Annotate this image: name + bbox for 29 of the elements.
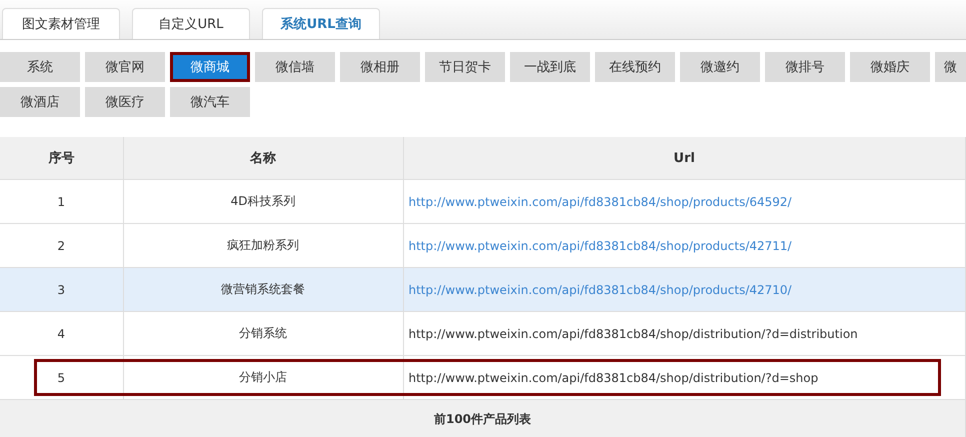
category-button[interactable]: 一战到底	[510, 52, 590, 82]
category-button[interactable]: 微医疗	[85, 87, 165, 117]
category-button[interactable]: 微排号	[765, 52, 845, 82]
table-cell: 分销系统	[123, 312, 403, 356]
tab[interactable]: 自定义URL	[132, 8, 250, 39]
section-header: 前100件产品列表	[0, 400, 966, 437]
category-button[interactable]: 微酒店	[0, 87, 80, 117]
column-header: 序号	[0, 137, 123, 180]
table-cell: 1	[0, 180, 123, 224]
table-cell: 微营销系统套餐	[123, 268, 403, 312]
table-cell: 4D科技系列	[123, 180, 403, 224]
category-button[interactable]: 微邀约	[680, 52, 760, 82]
column-header: Url	[403, 137, 966, 180]
column-header: 名称	[123, 137, 403, 180]
category-button[interactable]: 微商城	[170, 52, 250, 82]
tab[interactable]: 系统URL查询	[262, 8, 380, 39]
category-button[interactable]: 微	[935, 52, 966, 82]
category-button[interactable]: 微婚庆	[850, 52, 930, 82]
category-button[interactable]: 在线预约	[595, 52, 675, 82]
table-cell: http://www.ptweixin.com/api/fd8381cb84/shop/distribution/?d=distribution	[403, 312, 966, 356]
category-button[interactable]: 微相册	[340, 52, 420, 82]
category-button[interactable]: 微信墙	[255, 52, 335, 82]
category-button[interactable]: 微汽车	[170, 87, 250, 117]
table-cell: 3	[0, 268, 123, 312]
category-button[interactable]: 微官网	[85, 52, 165, 82]
tab[interactable]: 图文素材管理	[2, 8, 120, 39]
category-button[interactable]: 系统	[0, 52, 80, 82]
table-cell: 4	[0, 312, 123, 356]
category-button[interactable]: 节日贺卡	[425, 52, 505, 82]
